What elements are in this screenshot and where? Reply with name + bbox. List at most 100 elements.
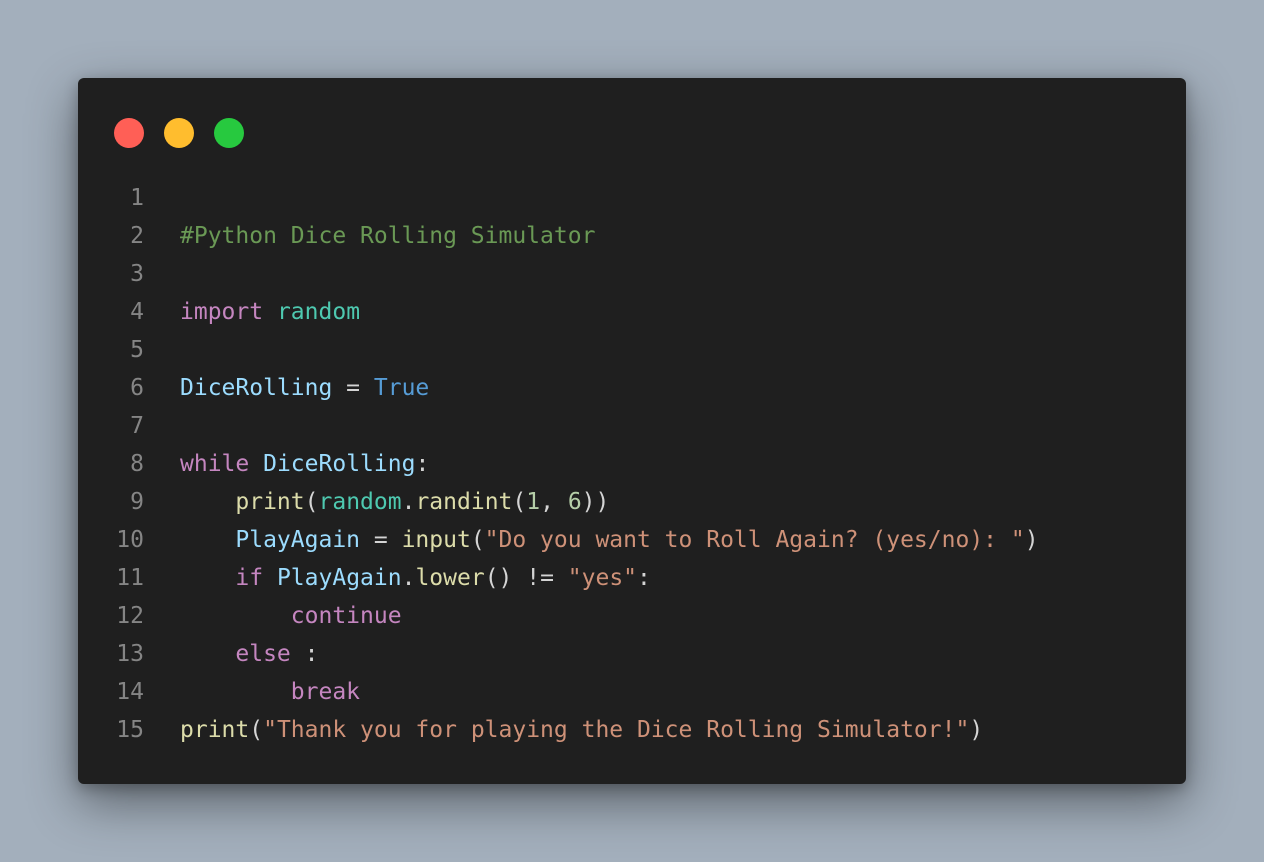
line-number: 4 [130, 299, 144, 325]
keyword-token: while [180, 451, 250, 477]
code-line-5: 5 [78, 331, 1186, 369]
line-number: 14 [116, 679, 144, 705]
number-token: 6 [567, 489, 582, 515]
punctuation-token: )) [581, 489, 610, 515]
punctuation-token: . [401, 489, 416, 515]
line-content: PlayAgain = input("Do you want to Roll A… [144, 521, 1039, 559]
keyword-token: break [290, 679, 361, 705]
comment-token: #Python Dice Rolling Simulator [180, 223, 596, 249]
variable-token: DiceRolling [263, 451, 416, 477]
line-number: 1 [130, 185, 144, 211]
line-number: 12 [116, 603, 144, 629]
line-content: print("Thank you for playing the Dice Ro… [144, 711, 983, 749]
indent-token [180, 565, 235, 591]
line-content: if PlayAgain.lower() != "yes": [144, 559, 651, 597]
string-token: "Do you want to Roll Again? (yes/no): " [484, 527, 1025, 553]
variable-token: PlayAgain [276, 565, 402, 591]
module-token: random [318, 489, 402, 515]
code-line-4: 4 import random [78, 293, 1186, 331]
operator-token: () != [484, 565, 568, 591]
code-line-9: 9 print(random.randint(1, 6)) [78, 483, 1186, 521]
line-content: import random [144, 293, 360, 331]
line-number: 2 [130, 223, 144, 249]
code-line-6: 6 DiceRolling = True [78, 369, 1186, 407]
code-line-2: 2 #Python Dice Rolling Simulator [78, 217, 1186, 255]
line-number: 3 [130, 261, 144, 287]
line-content: while DiceRolling: [144, 445, 429, 483]
line-content: DiceRolling = True [144, 369, 429, 407]
punctuation-token: . [401, 565, 416, 591]
line-number: 15 [116, 717, 144, 743]
line-number: 9 [130, 489, 144, 515]
punctuation-token: ) [969, 717, 984, 743]
line-number: 13 [116, 641, 144, 667]
keyword-token: else [235, 641, 291, 667]
code-line-12: 12 continue [78, 597, 1186, 635]
line-number: 5 [130, 337, 144, 363]
indent-token [180, 679, 291, 705]
code-window: 1 2 #Python Dice Rolling Simulator 3 4 i… [78, 78, 1186, 784]
function-token: randint [415, 489, 513, 515]
string-token: "yes" [567, 565, 638, 591]
variable-token: DiceRolling [180, 375, 333, 401]
function-token: print [180, 717, 250, 743]
maximize-window-dot[interactable] [214, 118, 244, 148]
module-token: random [276, 299, 361, 325]
function-token: input [401, 527, 471, 553]
line-number: 6 [130, 375, 144, 401]
punctuation-token: ( [249, 717, 264, 743]
code-line-1: 1 [78, 179, 1186, 217]
code-line-14: 14 break [78, 673, 1186, 711]
keyword-token: if [235, 565, 264, 591]
indent-token [180, 603, 291, 629]
code-line-11: 11 if PlayAgain.lower() != "yes": [78, 559, 1186, 597]
code-line-15: 15 print("Thank you for playing the Dice… [78, 711, 1186, 749]
line-content: continue [144, 597, 402, 635]
code-line-7: 7 [78, 407, 1186, 445]
line-number: 8 [130, 451, 144, 477]
punctuation-token: : [290, 641, 319, 667]
line-content: else : [144, 635, 318, 673]
punctuation-token: : [637, 565, 651, 591]
punctuation-token: ( [304, 489, 319, 515]
operator-token: = [360, 527, 402, 553]
indent-token [180, 641, 235, 667]
line-content [144, 407, 180, 445]
line-content [144, 179, 180, 217]
operator-token: = [332, 375, 374, 401]
code-line-13: 13 else : [78, 635, 1186, 673]
punctuation-token: ) [1024, 527, 1039, 553]
indent-token [180, 527, 235, 553]
string-token: "Thank you for playing the Dice Rolling … [263, 717, 970, 743]
line-content: #Python Dice Rolling Simulator [144, 217, 595, 255]
constant-token: True [373, 375, 430, 401]
code-line-3: 3 [78, 255, 1186, 293]
code-editor: 1 2 #Python Dice Rolling Simulator 3 4 i… [78, 179, 1186, 749]
number-token: 1 [526, 489, 541, 515]
line-content: print(random.randint(1, 6)) [144, 483, 609, 521]
keyword-token: import [180, 299, 264, 325]
line-number: 11 [116, 565, 144, 591]
punctuation-token: ( [512, 489, 527, 515]
function-token: print [235, 489, 305, 515]
code-line-10: 10 PlayAgain = input("Do you want to Rol… [78, 521, 1186, 559]
window-controls [114, 118, 244, 148]
line-number: 10 [116, 527, 144, 553]
code-line-8: 8 while DiceRolling: [78, 445, 1186, 483]
punctuation-token: ( [470, 527, 485, 553]
punctuation-token: , [540, 489, 568, 515]
variable-token: PlayAgain [235, 527, 361, 553]
keyword-token: continue [290, 603, 402, 629]
minimize-window-dot[interactable] [164, 118, 194, 148]
line-content: break [144, 673, 360, 711]
line-content [144, 331, 180, 369]
close-window-dot[interactable] [114, 118, 144, 148]
punctuation-token: : [415, 451, 430, 477]
indent-token [180, 489, 235, 515]
line-number: 7 [130, 413, 144, 439]
line-content [144, 255, 180, 293]
function-token: lower [415, 565, 485, 591]
